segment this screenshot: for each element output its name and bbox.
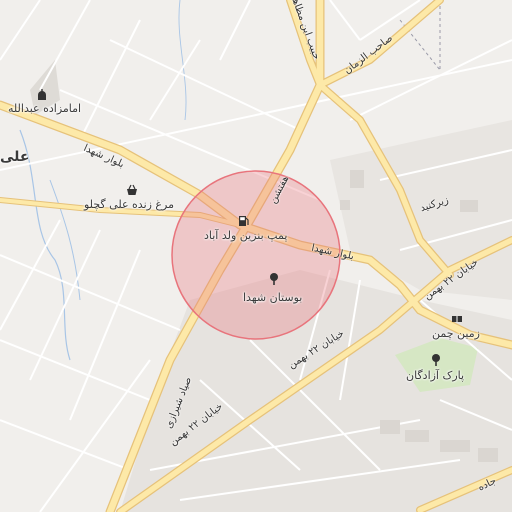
- search-radius-circle: [171, 170, 341, 340]
- mosque-icon[interactable]: [35, 88, 49, 102]
- park-shohada-label[interactable]: بوستان شهدا: [243, 292, 302, 303]
- tree-icon[interactable]: [267, 272, 281, 286]
- park-azadegan-label[interactable]: پارک آزادگان: [406, 370, 464, 381]
- shrine-label[interactable]: امامزاده عبدالله: [8, 103, 81, 114]
- tree-icon[interactable]: [429, 353, 443, 367]
- market-label[interactable]: مرغ زنده علی گچلو: [84, 199, 174, 210]
- fuel-station-label[interactable]: پمپ بنزین ولد آباد: [204, 230, 287, 241]
- search-radius-overlay: [171, 170, 341, 340]
- shopping-basket-icon[interactable]: [125, 183, 139, 197]
- sports-field-icon[interactable]: [450, 312, 464, 326]
- zamin-chaman-label[interactable]: زمین چمن: [432, 328, 480, 339]
- fuel-icon[interactable]: [237, 214, 251, 228]
- place-label-edge: علی: [0, 149, 30, 165]
- map-canvas[interactable]: پمپ بنزین ولد آباد بوستان شهدا مرغ زنده …: [0, 0, 512, 512]
